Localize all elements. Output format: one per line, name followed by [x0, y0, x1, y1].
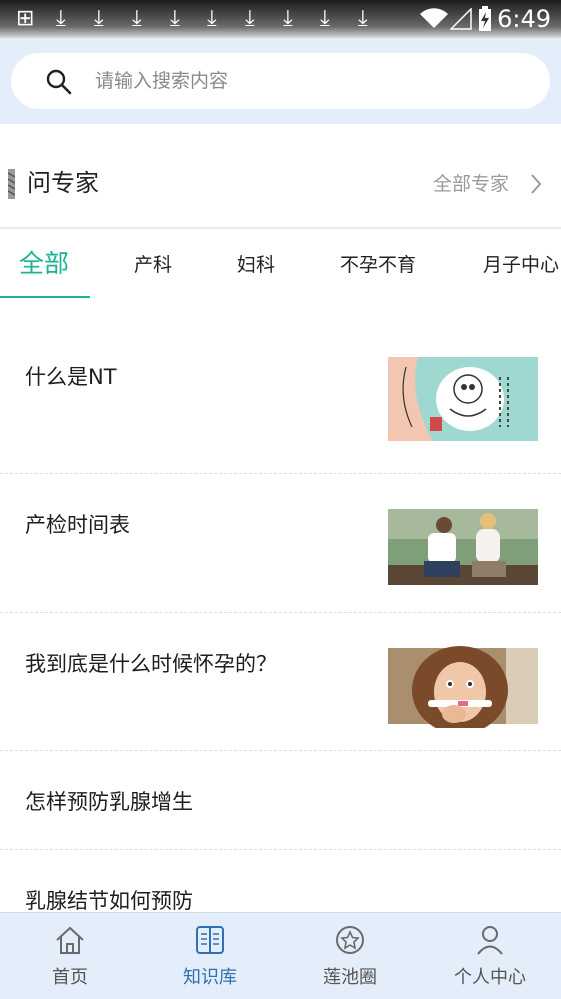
download-icon: ⤓ [170, 6, 180, 31]
tab-all[interactable]: 全部 [19, 230, 69, 298]
tab-postpartum-center[interactable]: 月子中心 [483, 230, 559, 298]
nav-profile-label: 个人中心 [454, 967, 526, 988]
search-area: 请输入搜索内容 [0, 38, 561, 124]
download-icon: ⤓ [358, 6, 368, 31]
all-experts-link[interactable]: 全部专家 [433, 170, 509, 198]
article-item[interactable]: 怎样预防乳腺增生 [0, 751, 561, 850]
nav-knowledge-base-label: 知识库 [183, 967, 237, 988]
community-icon [336, 926, 364, 954]
nav-home[interactable]: 首页 [0, 913, 140, 999]
category-tabs: 全部 产科 妇科 不孕不育 月子中心 [0, 230, 561, 298]
battery-charging-icon [479, 6, 491, 31]
nav-home-label: 首页 [52, 967, 88, 988]
article-thumbnail [388, 357, 538, 441]
article-title: 什么是NT [25, 365, 117, 389]
book-icon [196, 926, 224, 954]
download-icon: ⤓ [207, 6, 217, 31]
article-title: 我到底是什么时候怀孕的？ [25, 652, 277, 676]
download-icon: ⤓ [245, 6, 255, 31]
article-item[interactable]: 什么是NT [0, 326, 561, 474]
nav-profile[interactable]: 个人中心 [420, 913, 560, 999]
status-time: 6:49 [497, 5, 551, 33]
nav-knowledge-base[interactable]: 知识库 [140, 913, 280, 999]
article-title: 怎样预防乳腺增生 [25, 790, 193, 814]
article-thumbnail [388, 646, 538, 728]
nav-community-label: 莲池圈 [323, 967, 377, 988]
article-item[interactable]: 我到底是什么时候怀孕的？ [0, 613, 561, 751]
download-icon: ⤓ [320, 6, 330, 31]
expert-section-header: 问专家 全部专家 [0, 124, 561, 229]
tab-gynecology[interactable]: 妇科 [237, 230, 275, 298]
bottom-navigation: 首页 知识库 莲池圈 个人中心 [0, 912, 561, 999]
expert-section-title: 问专家 [27, 169, 99, 197]
article-title: 产检时间表 [25, 513, 130, 537]
download-icon: ⤓ [94, 6, 104, 31]
article-item[interactable]: 乳腺结节如何预防 [0, 850, 561, 913]
wifi-icon [420, 8, 448, 29]
tab-infertility[interactable]: 不孕不育 [340, 230, 416, 298]
article-item[interactable]: 产检时间表 [0, 474, 561, 613]
home-icon [56, 926, 84, 954]
section-marker-icon [8, 169, 15, 199]
notification-add-icon: ⊞ [16, 6, 35, 31]
download-icon: ⤓ [283, 6, 293, 31]
signal-icon [450, 8, 472, 30]
active-tab-indicator [0, 296, 90, 298]
tab-obstetrics[interactable]: 产科 [134, 230, 172, 298]
article-thumbnail [388, 509, 538, 585]
search-input[interactable]: 请输入搜索内容 [11, 53, 550, 109]
download-icon: ⤓ [56, 6, 66, 31]
search-placeholder: 请输入搜索内容 [95, 70, 229, 92]
search-icon [46, 69, 72, 95]
status-bar: ⊞ ⤓ ⤓ ⤓ ⤓ ⤓ ⤓ ⤓ ⤓ ⤓ 6:49 [0, 0, 561, 38]
nav-community[interactable]: 莲池圈 [280, 913, 420, 999]
person-icon [477, 926, 503, 955]
chevron-right-icon[interactable] [528, 171, 544, 197]
download-icon: ⤓ [132, 6, 142, 31]
